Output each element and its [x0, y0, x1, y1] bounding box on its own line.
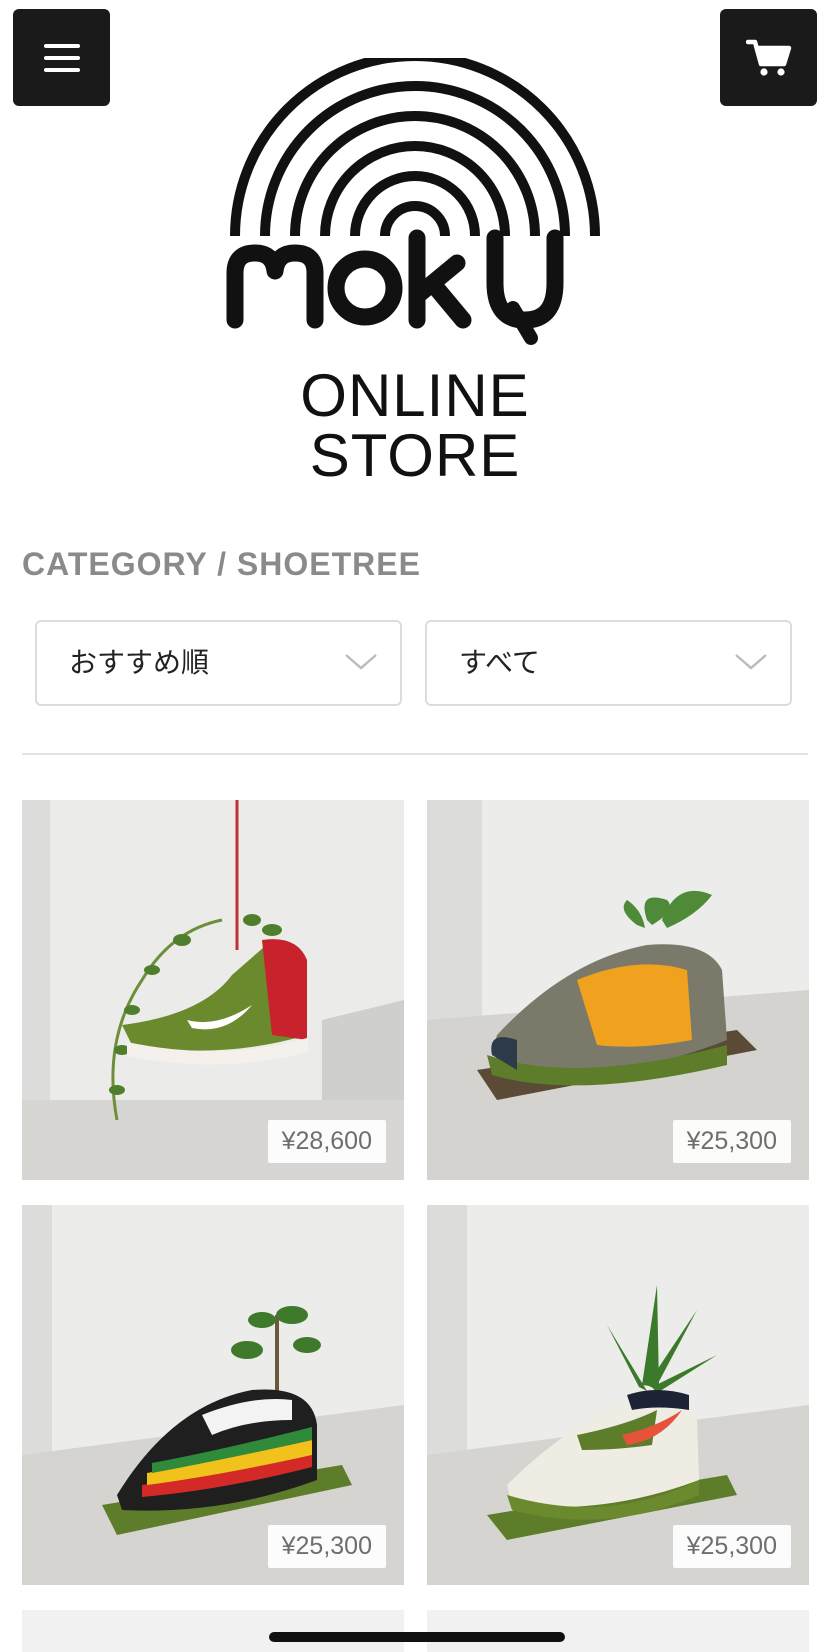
- product-card[interactable]: [22, 1610, 404, 1652]
- product-card[interactable]: ¥25,300: [427, 800, 809, 1180]
- category-breadcrumb: CATEGORY / SHOETREE: [22, 546, 421, 582]
- product-price: ¥25,300: [267, 1525, 386, 1568]
- logo-brand-mark: [226, 229, 564, 345]
- menu-button[interactable]: [13, 9, 110, 106]
- sort-select-value: おすすめ順: [69, 646, 210, 679]
- category-filter-value: すべて: [459, 646, 540, 679]
- product-price: ¥25,300: [672, 1120, 791, 1163]
- product-card[interactable]: ¥25,300: [22, 1205, 404, 1585]
- logo-subtitle: ONLINE STORE: [300, 362, 530, 489]
- hamburger-menu-icon: [43, 43, 80, 72]
- store-logo[interactable]: ONLINE STORE: [195, 58, 635, 486]
- shopping-cart-icon: [745, 39, 791, 76]
- product-card[interactable]: [427, 1610, 809, 1652]
- product-card[interactable]: ¥28,600: [22, 800, 404, 1180]
- sort-select[interactable]: おすすめ順: [35, 620, 402, 706]
- product-card[interactable]: ¥25,300: [427, 1205, 809, 1585]
- product-price: ¥28,600: [267, 1120, 386, 1163]
- category-filter-select[interactable]: すべて: [425, 620, 792, 706]
- section-divider: [22, 753, 808, 755]
- chevron-down-icon: [735, 654, 767, 670]
- chevron-down-icon: [345, 654, 377, 670]
- logo-arcs-icon: [226, 58, 600, 345]
- cart-button[interactable]: [720, 9, 817, 106]
- home-indicator[interactable]: [269, 1632, 565, 1642]
- product-price: ¥25,300: [672, 1525, 791, 1568]
